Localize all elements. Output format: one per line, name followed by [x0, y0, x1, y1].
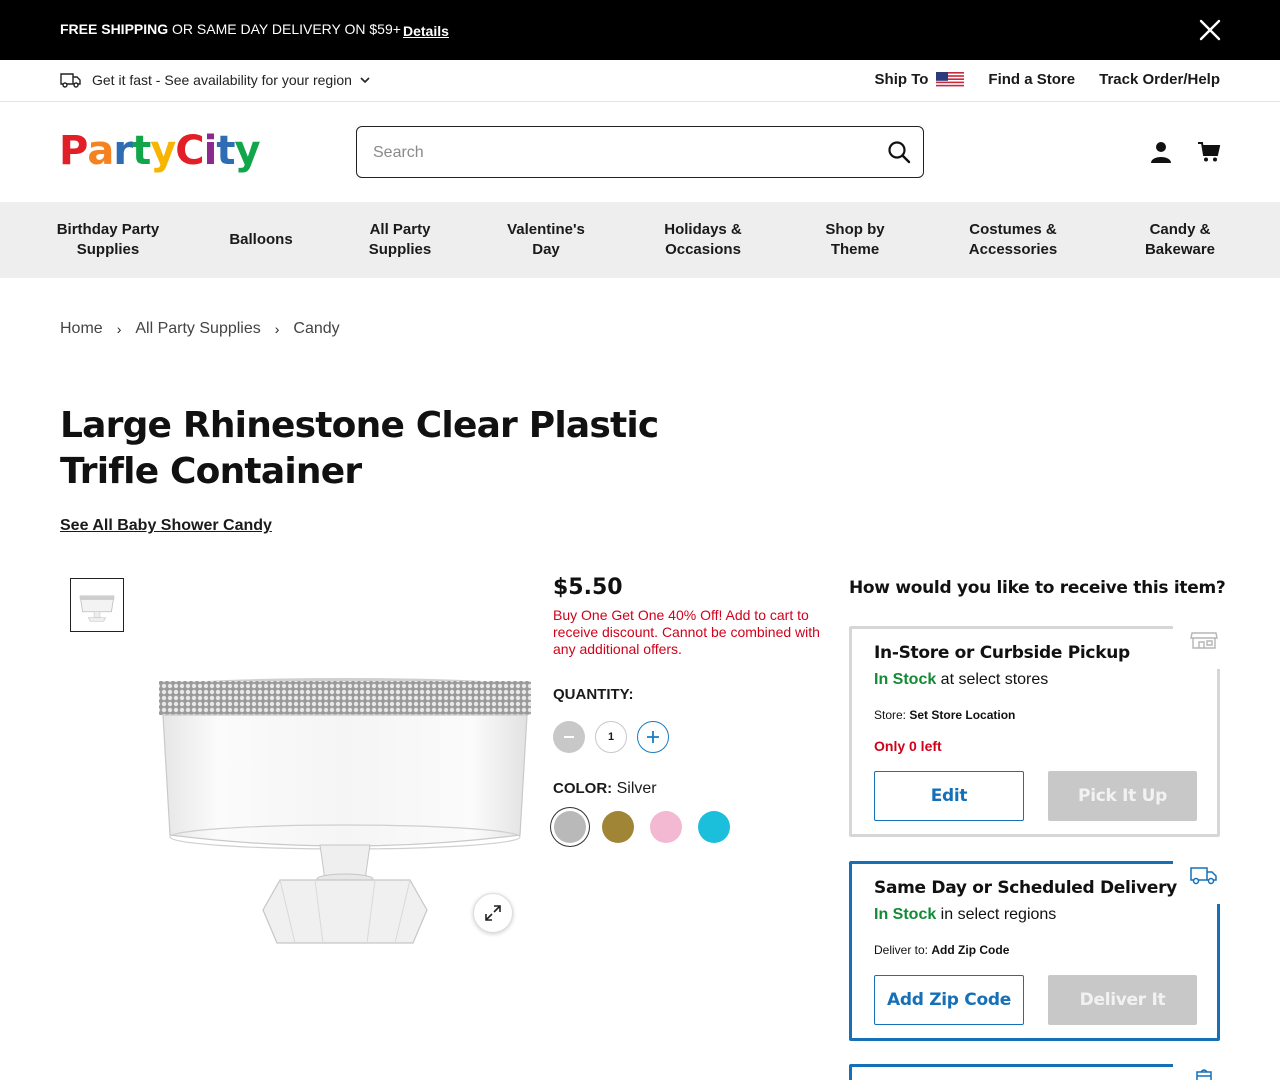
site-header: PartyCity [0, 102, 1280, 202]
utility-bar: Get it fast - See availability for your … [0, 60, 1280, 102]
delivery-truck-icon [1190, 867, 1217, 885]
nav-all-party-supplies[interactable]: All Party Supplies [350, 202, 450, 278]
breadcrumb-home[interactable]: Home [60, 320, 103, 338]
track-order-link[interactable]: Track Order/Help [1099, 71, 1220, 88]
us-flag-icon [936, 71, 965, 88]
deliver-to: Deliver to: Add Zip Code [874, 943, 1010, 957]
color-selection: COLOR: Silver [553, 780, 657, 797]
package-icon [1196, 1069, 1212, 1080]
promo-text: FREE SHIPPING OR SAME DAY DELIVERY ON $5… [60, 21, 401, 37]
color-swatch-pink[interactable] [650, 811, 682, 843]
edit-store-button[interactable]: Edit [874, 771, 1024, 821]
ship-to-link[interactable]: Ship To [875, 71, 965, 88]
truck-icon [60, 73, 81, 88]
plus-icon [647, 731, 659, 743]
quantity-increase-button[interactable] [637, 721, 669, 753]
add-zip-code-button[interactable]: Add Zip Code [874, 975, 1024, 1025]
delivery-text: Get it fast - See availability for your … [92, 72, 352, 88]
nav-holidays-occasions[interactable]: Holidays & Occasions [648, 202, 758, 278]
delivery-availability[interactable]: Get it fast - See availability for your … [60, 72, 370, 88]
receive-question: How would you like to receive this item? [849, 578, 1226, 598]
chevron-right-icon: › [116, 321, 122, 337]
pickup-option-card[interactable]: In-Store or Curbside Pickup In Stock at … [849, 623, 1223, 837]
search-icon[interactable] [887, 140, 911, 164]
nav-birthday-party-supplies[interactable]: Birthday Party Supplies [48, 202, 168, 278]
color-swatch-silver[interactable] [554, 811, 586, 843]
promotion-message: Buy One Get One 40% Off! Add to cart to … [553, 607, 820, 657]
breadcrumb: Home › All Party Supplies › Candy [60, 320, 340, 338]
breadcrumb-candy[interactable]: Candy [293, 320, 339, 338]
store-icon [1190, 632, 1218, 649]
promo-banner: FREE SHIPPING OR SAME DAY DELIVERY ON $5… [0, 0, 1280, 60]
color-swatch-turquoise[interactable] [698, 811, 730, 843]
nav-balloons[interactable]: Balloons [216, 202, 306, 278]
chevron-right-icon: › [274, 321, 280, 337]
product-price: $5.50 [553, 575, 623, 600]
breadcrumb-all-party-supplies[interactable]: All Party Supplies [135, 320, 260, 338]
pickup-store: Store: Set Store Location [874, 708, 1016, 722]
main-nav: Birthday Party Supplies Balloons All Par… [0, 202, 1280, 278]
deliver-it-button[interactable]: Deliver It [1048, 975, 1197, 1025]
delivery-option-card[interactable]: Same Day or Scheduled Delivery In Stock … [849, 858, 1223, 1041]
chevron-down-icon [360, 77, 370, 84]
party-city-logo[interactable]: PartyCity [59, 128, 261, 174]
selected-color: Silver [616, 780, 657, 797]
see-all-link[interactable]: See All Baby Shower Candy [60, 517, 272, 535]
color-swatch-gold[interactable] [602, 811, 634, 843]
nav-shop-by-theme[interactable]: Shop by Theme [805, 202, 905, 278]
find-store-link[interactable]: Find a Store [988, 71, 1075, 88]
search-input[interactable] [373, 141, 873, 165]
pick-it-up-button[interactable]: Pick It Up [1048, 771, 1197, 821]
nav-candy-bakeware[interactable]: Candy & Bakeware [1130, 202, 1230, 278]
expand-image-button[interactable] [473, 893, 513, 933]
minus-icon [564, 736, 574, 738]
stock-remaining: Only 0 left [874, 738, 942, 754]
product-title: Large Rhinestone Clear Plastic Trifle Co… [60, 405, 659, 492]
product-thumbnail[interactable] [70, 578, 124, 632]
shipping-option-card[interactable] [849, 1061, 1223, 1080]
delivery-title: Same Day or Scheduled Delivery [874, 878, 1177, 898]
expand-icon [485, 905, 501, 921]
pickup-stock-status: In Stock at select stores [874, 671, 1049, 688]
search-box [356, 126, 924, 178]
close-icon[interactable] [1196, 16, 1224, 44]
quantity-value[interactable]: 1 [595, 721, 627, 753]
add-zip-link[interactable]: Add Zip Code [931, 943, 1009, 957]
pickup-title: In-Store or Curbside Pickup [874, 643, 1130, 663]
promo-details-link[interactable]: Details [403, 23, 449, 39]
nav-valentines-day[interactable]: Valentine's Day [496, 202, 596, 278]
account-icon[interactable] [1149, 140, 1173, 164]
delivery-stock-status: In Stock in select regions [874, 906, 1057, 923]
set-store-link[interactable]: Set Store Location [909, 708, 1015, 722]
quantity-label: QUANTITY: [553, 686, 634, 703]
nav-costumes-accessories[interactable]: Costumes & Accessories [958, 202, 1068, 278]
cart-icon[interactable] [1197, 140, 1221, 164]
quantity-decrease-button[interactable] [553, 721, 585, 753]
